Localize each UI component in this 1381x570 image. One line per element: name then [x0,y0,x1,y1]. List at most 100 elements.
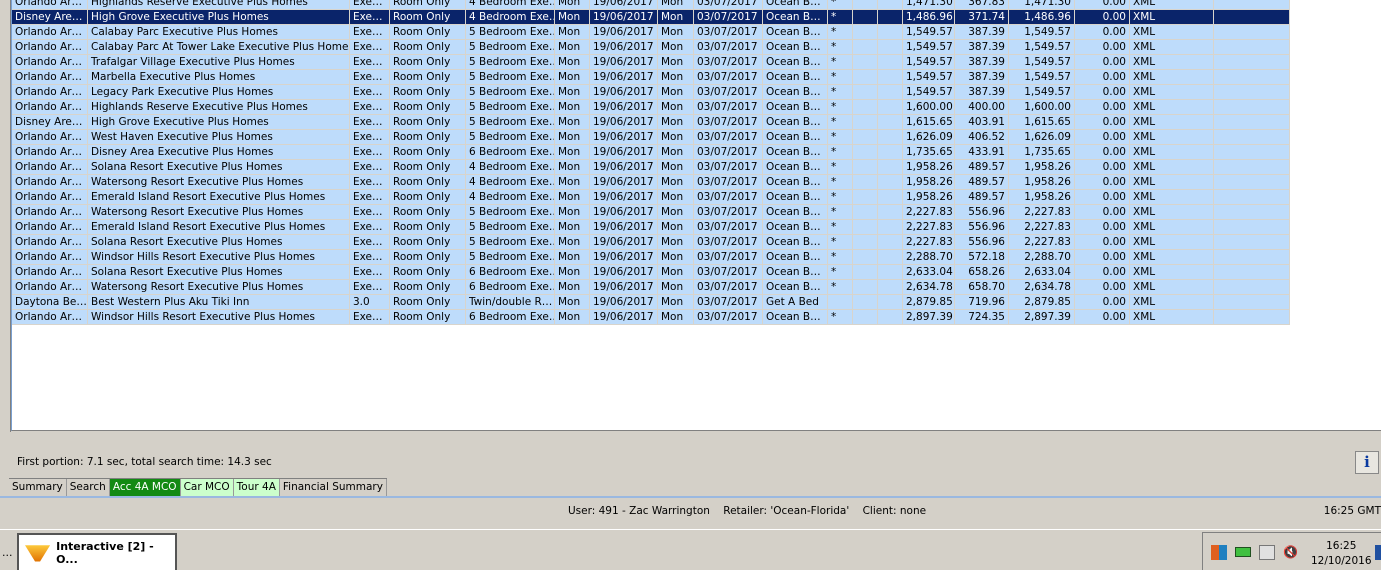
cell-hotel-name: Best Western Plus Aku Tiki Inn [88,295,350,310]
tab-car-mco[interactable]: Car MCO [180,479,234,496]
taskbar-overflow[interactable]: ... [2,546,13,559]
cell-per-night: 572.18 [955,250,1009,265]
table-row[interactable]: Orlando Ar… Watersong Resort Executive Pl… [12,205,1290,220]
tab-search[interactable]: Search [67,479,110,496]
cell-flag: * [828,250,853,265]
tray-clock[interactable]: 16:25 12/10/2016 [1311,539,1372,569]
status-bar: User: 491 - Zac Warrington Retailer: 'Oc… [0,500,1381,522]
tab-tour-4a[interactable]: Tour 4A [233,479,280,496]
cell-supplier: Get A Bed [763,295,828,310]
table-row[interactable]: Orlando Ar… Solana Resort Executive Plus … [12,235,1290,250]
tab-acc-4a-mco[interactable]: Acc 4A MCO [109,479,181,496]
cell-rating: Exe… [350,55,390,70]
status-time: 16:25 GMT [1323,505,1381,517]
cell-rating: Exe… [350,265,390,280]
show-desktop-icon[interactable] [1375,545,1381,560]
cell-board: Room Only [390,235,466,250]
cell-checkout-date: 03/07/2017 [694,130,763,145]
cell-source: XML [1130,130,1214,145]
results-grid[interactable]: Orlando Ar… Highlands Reserve Executive P… [11,0,1381,431]
table-row[interactable]: Orlando Ar… Windsor Hills Resort Executiv… [12,250,1290,265]
cell-checkin-date: 19/06/2017 [590,0,658,10]
table-row[interactable]: Orlando Ar… Emerald Island Resort Executi… [12,190,1290,205]
network-card-icon[interactable] [1235,547,1251,557]
cell-discount: 0.00 [1075,175,1130,190]
table-row[interactable]: Orlando Ar… Watersong Resort Executive Pl… [12,280,1290,295]
cell-total: 2,288.70 [903,250,955,265]
cell-hotel-name: Highlands Reserve Executive Plus Homes [88,0,350,10]
info-button[interactable]: i [1355,451,1379,474]
cell-board: Room Only [390,115,466,130]
cell-checkin-day: Mon [555,190,590,205]
tab-summary[interactable]: Summary [9,479,67,496]
cell-checkin-day: Mon [555,0,590,10]
cell-room-type: 4 Bedroom Exe… [466,10,555,25]
cell-extra1 [853,205,878,220]
table-row[interactable]: Orlando Ar… Trafalgar Village Executive P… [12,55,1290,70]
cell-extra1 [853,40,878,55]
table-row[interactable]: Disney Are… High Grove Executive Plus Hom… [12,10,1290,25]
cell-checkin-date: 19/06/2017 [590,220,658,235]
cell-extra2 [878,55,903,70]
tab-financial-summary[interactable]: Financial Summary [280,479,387,496]
cell-checkin-day: Mon [555,115,590,130]
table-row[interactable]: Orlando Ar… Marbella Executive Plus Homes… [12,70,1290,85]
cell-extra3 [1214,220,1290,235]
table-row[interactable]: Orlando Ar… Disney Area Executive Plus Ho… [12,145,1290,160]
cell-checkin-day: Mon [555,220,590,235]
antivirus-icon[interactable] [1211,545,1227,560]
cell-destination: Orlando Ar… [12,250,88,265]
cell-checkin-date: 19/06/2017 [590,190,658,205]
cell-gross: 1,958.26 [1009,160,1075,175]
cell-checkin-day: Mon [555,100,590,115]
table-row[interactable]: Orlando Ar… Windsor Hills Resort Executiv… [12,310,1290,325]
cell-total: 1,958.26 [903,190,955,205]
table-row[interactable]: Disney Are… High Grove Executive Plus Hom… [12,115,1290,130]
table-row[interactable]: Orlando Ar… Legacy Park Executive Plus Ho… [12,85,1290,100]
cell-total: 2,897.39 [903,310,955,325]
cell-board: Room Only [390,100,466,115]
cell-source: XML [1130,250,1214,265]
cell-extra3 [1214,235,1290,250]
cell-room-type: 5 Bedroom Exe… [466,40,555,55]
cell-discount: 0.00 [1075,130,1130,145]
cell-source: XML [1130,295,1214,310]
cell-source: XML [1130,235,1214,250]
cell-total: 1,958.26 [903,160,955,175]
cell-checkin-day: Mon [555,130,590,145]
cell-per-night: 489.57 [955,175,1009,190]
cell-extra3 [1214,25,1290,40]
table-row[interactable]: Orlando Ar… Solana Resort Executive Plus … [12,265,1290,280]
cell-extra1 [853,55,878,70]
cell-extra1 [853,0,878,10]
taskbar-app-button[interactable]: Interactive [2] - O... [17,533,177,570]
cell-checkout-day: Mon [658,25,694,40]
table-row[interactable]: Orlando Ar… Calabay Parc Executive Plus H… [12,25,1290,40]
table-row[interactable]: Orlando Ar… Calabay Parc At Tower Lake Ex… [12,40,1290,55]
cell-per-night: 556.96 [955,235,1009,250]
cell-checkin-date: 19/06/2017 [590,145,658,160]
cell-checkout-date: 03/07/2017 [694,100,763,115]
table-row[interactable]: Orlando Ar… Highlands Reserve Executive P… [12,0,1290,10]
cell-hotel-name: West Haven Executive Plus Homes [88,130,350,145]
table-row[interactable]: Orlando Ar… Watersong Resort Executive Pl… [12,175,1290,190]
cell-per-night: 489.57 [955,160,1009,175]
cell-destination: Daytona Be… [12,295,88,310]
table-row[interactable]: Daytona Be… Best Western Plus Aku Tiki In… [12,295,1290,310]
network-icon[interactable] [1259,545,1275,560]
cell-extra2 [878,10,903,25]
cell-total: 2,227.83 [903,205,955,220]
cell-per-night: 400.00 [955,100,1009,115]
cell-hotel-name: Watersong Resort Executive Plus Homes [88,280,350,295]
cell-supplier: Ocean B… [763,25,828,40]
cell-board: Room Only [390,280,466,295]
table-row[interactable]: Orlando Ar… West Haven Executive Plus Hom… [12,130,1290,145]
table-row[interactable]: Orlando Ar… Emerald Island Resort Executi… [12,220,1290,235]
cell-extra2 [878,220,903,235]
table-row[interactable]: Orlando Ar… Solana Resort Executive Plus … [12,160,1290,175]
cell-gross: 2,634.78 [1009,280,1075,295]
cell-rating: Exe… [350,25,390,40]
cell-source: XML [1130,220,1214,235]
speaker-muted-icon[interactable]: 🔇 [1283,545,1299,560]
table-row[interactable]: Orlando Ar… Highlands Reserve Executive P… [12,100,1290,115]
